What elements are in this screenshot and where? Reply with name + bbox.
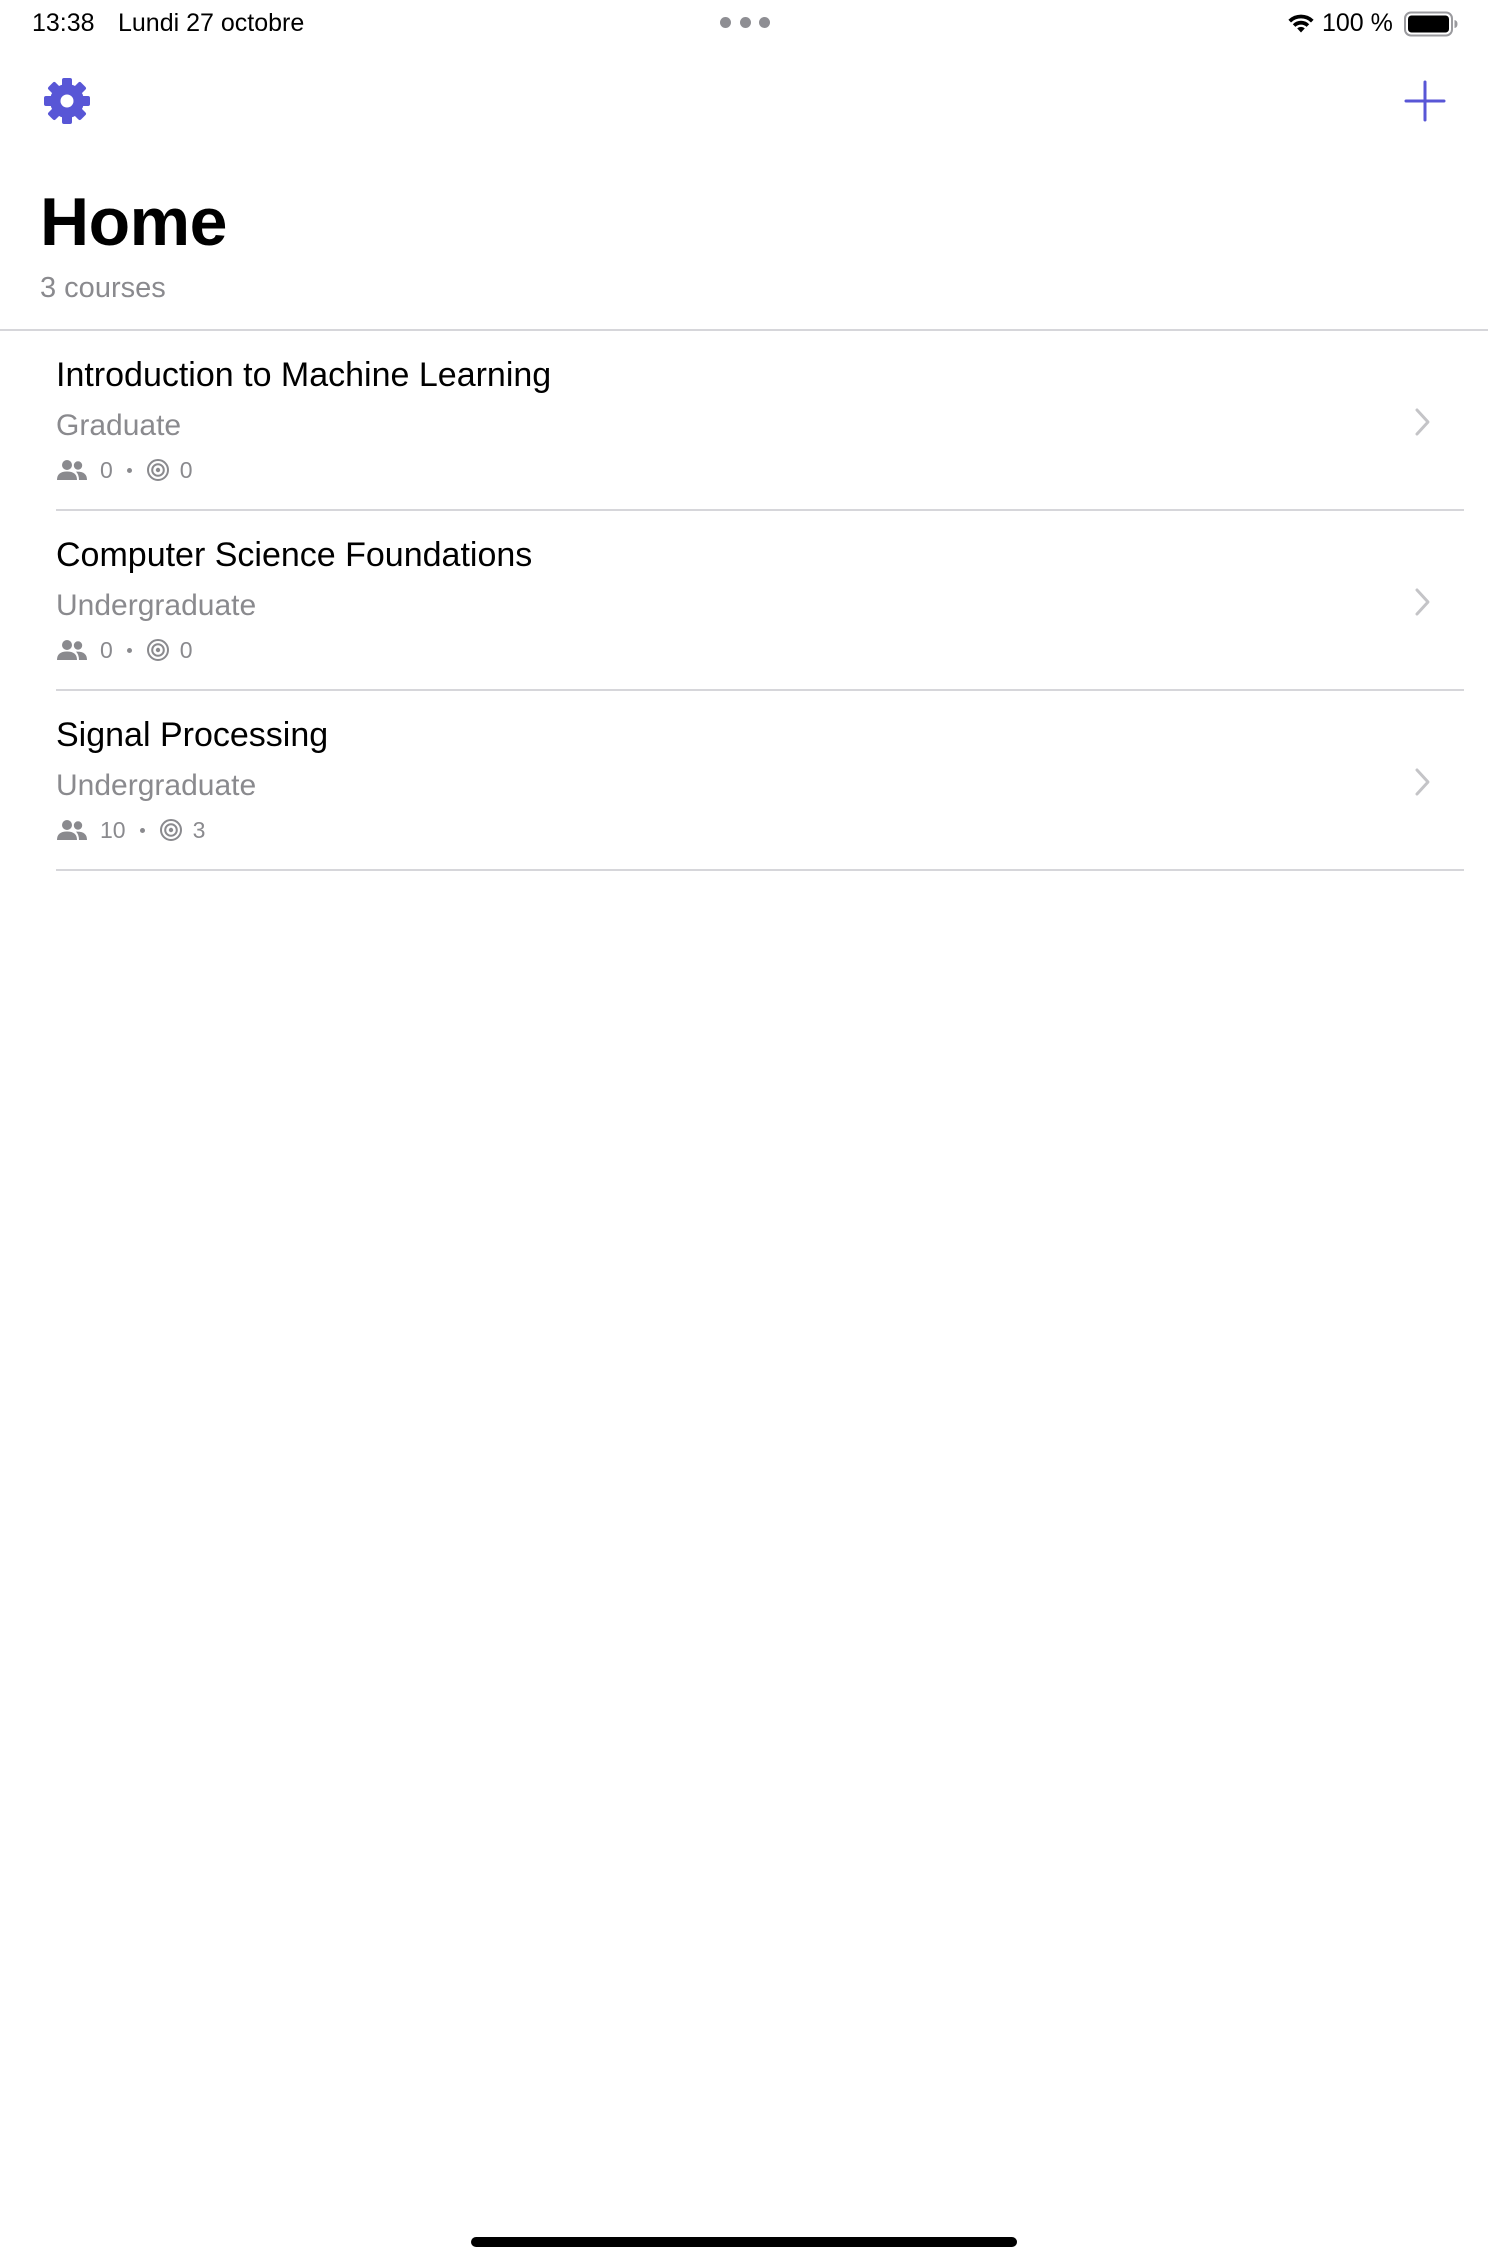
course-list: Introduction to Machine Learning Graduat… (0, 331, 1488, 871)
target-icon (146, 459, 169, 481)
course-meta: 0 0 (56, 455, 193, 485)
meta-separator (126, 467, 132, 473)
chevron-right-icon (1415, 768, 1430, 796)
student-count: 0 (100, 456, 113, 483)
course-meta: 10 3 (56, 815, 205, 845)
wifi-icon (1288, 14, 1314, 33)
plus-icon[interactable] (1400, 76, 1450, 126)
people-icon (57, 820, 87, 840)
status-date: Lundi 27 octobre (118, 9, 305, 37)
target-icon (146, 639, 169, 661)
course-row[interactable]: Signal Processing Undergraduate 10 3 (0, 691, 1488, 871)
course-row[interactable]: Computer Science Foundations Undergradua… (0, 511, 1488, 691)
student-count: 10 (100, 816, 126, 843)
row-divider (56, 869, 1464, 871)
course-title: Computer Science Foundations (56, 536, 533, 574)
course-level: Undergraduate (56, 589, 257, 622)
target-icon (159, 819, 182, 841)
course-row[interactable]: Introduction to Machine Learning Graduat… (0, 331, 1488, 511)
home-indicator[interactable] (471, 2237, 1017, 2247)
page-subtitle: 3 courses (40, 272, 166, 304)
meta-separator (139, 827, 145, 833)
meta-separator (126, 647, 132, 653)
people-icon (57, 640, 87, 660)
target-count: 0 (179, 636, 193, 663)
chevron-right-icon (1415, 588, 1430, 616)
battery-full-icon (1404, 11, 1458, 37)
course-level: Graduate (56, 409, 182, 442)
target-count: 3 (192, 816, 206, 843)
status-time: 13:38 (32, 9, 95, 37)
student-count: 0 (100, 636, 113, 663)
gear-icon[interactable] (40, 74, 94, 128)
page-title: Home (40, 184, 227, 260)
course-meta: 0 0 (56, 635, 193, 665)
course-title: Signal Processing (56, 716, 329, 754)
multitasking-dots-icon[interactable] (720, 17, 770, 29)
chevron-right-icon (1415, 408, 1430, 436)
status-bar: 13:38 Lundi 27 octobre 100 % (0, 0, 1488, 48)
battery-percent: 100 % (1322, 9, 1393, 37)
course-level: Undergraduate (56, 769, 257, 802)
target-count: 0 (179, 456, 193, 483)
people-icon (57, 460, 87, 480)
course-title: Introduction to Machine Learning (56, 356, 552, 394)
